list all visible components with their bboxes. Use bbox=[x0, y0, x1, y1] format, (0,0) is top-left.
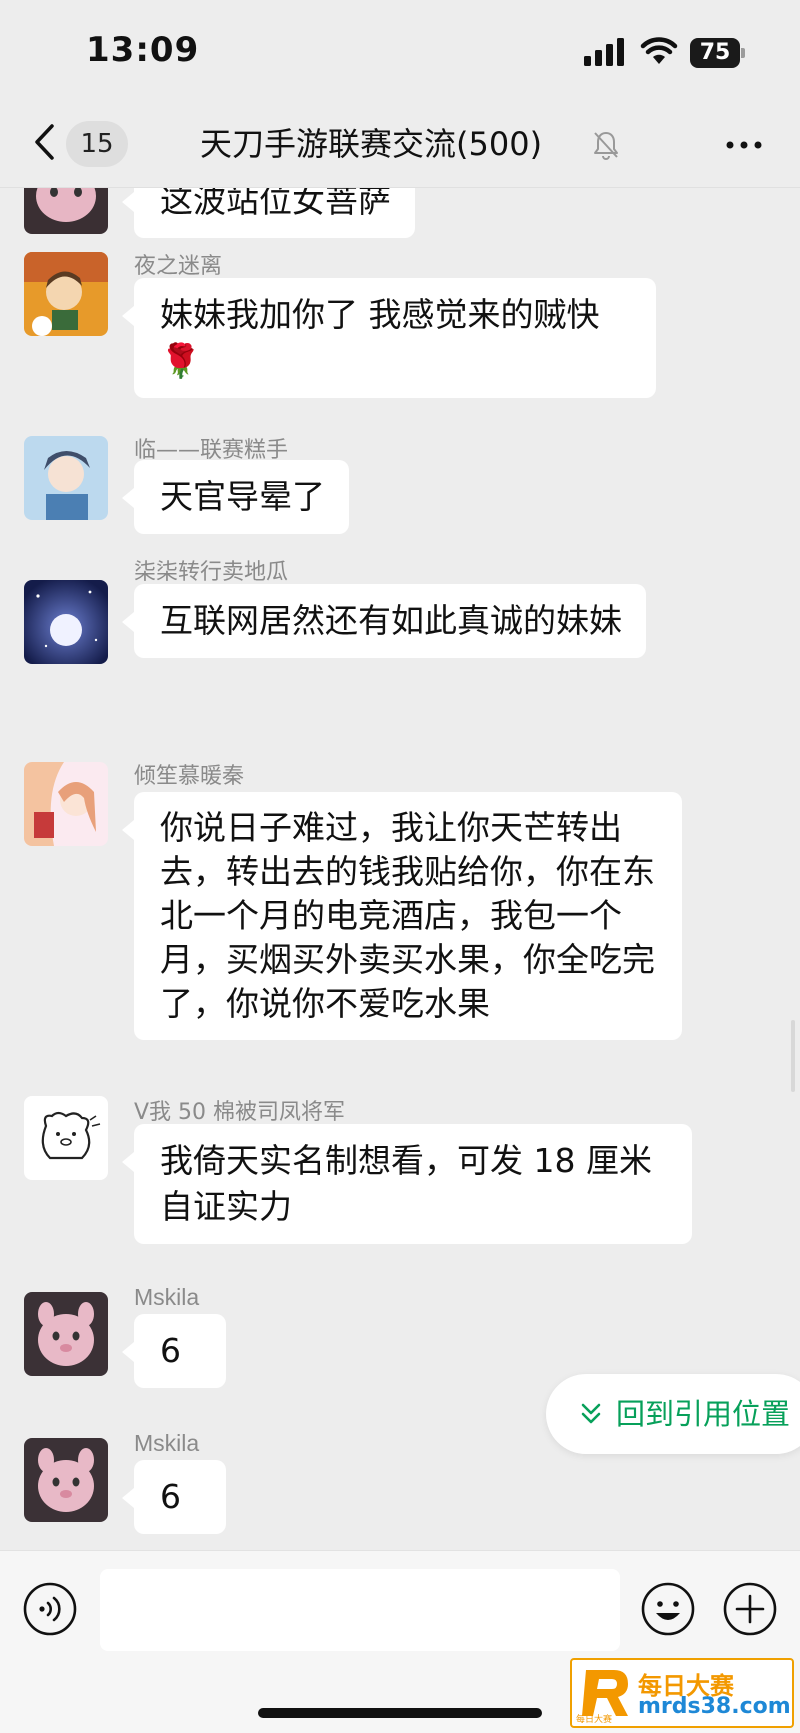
plus-icon[interactable] bbox=[722, 1581, 778, 1637]
sender-name: 倾笙慕暖秦 bbox=[134, 764, 245, 789]
message-list[interactable]: 这波站位女菩萨 夜之迷离 妹妹我加你了 我感觉来的贼快 🌹 临——联赛糕手 天官… bbox=[0, 188, 800, 1550]
avatar-lin[interactable] bbox=[24, 436, 108, 520]
message-bubble[interactable]: 6 bbox=[122, 1460, 226, 1534]
more-options-icon[interactable] bbox=[724, 130, 764, 160]
back-chevron-icon[interactable] bbox=[32, 122, 56, 162]
avatar-qiqi[interactable] bbox=[24, 580, 108, 664]
message-bubble[interactable]: 你说日子难过，我让你天芒转出去，转出去的钱我贴给你，你在东北一个月的电竞酒店，我… bbox=[122, 792, 682, 1040]
avatar-mskila[interactable] bbox=[24, 1292, 108, 1376]
sender-name: 夜之迷离 bbox=[134, 254, 223, 279]
message-input[interactable] bbox=[100, 1569, 620, 1651]
unread-count-badge[interactable]: 15 bbox=[66, 121, 128, 167]
avatar-mskila[interactable] bbox=[24, 1438, 108, 1522]
back-to-quote-label: 回到引用位置 bbox=[616, 1397, 791, 1431]
message-bubble[interactable]: 天官导晕了 bbox=[122, 460, 349, 534]
watermark-url: mrds38.com bbox=[638, 1694, 791, 1719]
battery-icon: 75 bbox=[690, 38, 746, 68]
home-indicator[interactable] bbox=[258, 1708, 542, 1718]
avatar-qingsheng[interactable] bbox=[24, 762, 108, 846]
message-bubble[interactable]: 这波站位女菩萨 bbox=[122, 188, 415, 238]
message-text: 妹妹我加你了 我感觉来的贼快 bbox=[160, 295, 600, 334]
sender-name: Mskila bbox=[134, 1284, 200, 1310]
watermark: 每日大赛 mrds38.com 每日大赛 bbox=[570, 1658, 794, 1728]
chat-header: 15 天刀手游联赛交流(500) bbox=[0, 100, 800, 188]
avatar-yezhimili[interactable] bbox=[24, 252, 108, 336]
voice-input-icon[interactable] bbox=[22, 1581, 78, 1637]
status-time: 13:09 bbox=[86, 30, 200, 70]
avatar-mskila[interactable] bbox=[24, 188, 108, 234]
avatar-v50[interactable] bbox=[24, 1096, 108, 1180]
cellular-signal-icon bbox=[584, 38, 624, 66]
message-bubble[interactable]: 6 bbox=[122, 1314, 226, 1388]
scrollbar[interactable] bbox=[791, 1020, 795, 1092]
wifi-icon bbox=[640, 37, 678, 64]
sender-name: Mskila bbox=[134, 1430, 200, 1456]
sender-name: V我 50 棉被司凤将军 bbox=[134, 1100, 346, 1125]
message-bubble[interactable]: 妹妹我加你了 我感觉来的贼快 🌹 bbox=[122, 278, 656, 398]
status-bar: 13:09 75 bbox=[0, 0, 800, 100]
watermark-subtitle: 每日大赛 bbox=[576, 1715, 613, 1725]
sender-name: 柒柒转行卖地瓜 bbox=[134, 560, 289, 585]
mute-bell-icon bbox=[594, 132, 618, 160]
chat-title: 天刀手游联赛交流(500) bbox=[200, 125, 543, 163]
chat-screen: 13:09 75 15 天刀手游联赛交流(500) 这波站位女菩萨 夜之迷离 妹… bbox=[0, 0, 800, 1733]
rose-emoji: 🌹 bbox=[160, 341, 202, 380]
back-to-quote-button[interactable]: 回到引用位置 bbox=[546, 1374, 800, 1454]
battery-level: 75 bbox=[699, 40, 731, 65]
message-bubble[interactable]: 我倚天实名制想看，可发 18 厘米自证实力 bbox=[122, 1124, 692, 1244]
emoji-icon[interactable] bbox=[640, 1581, 696, 1637]
message-bubble[interactable]: 互联网居然还有如此真诚的妹妹 bbox=[122, 584, 646, 658]
double-chevron-down-icon bbox=[581, 1403, 601, 1424]
